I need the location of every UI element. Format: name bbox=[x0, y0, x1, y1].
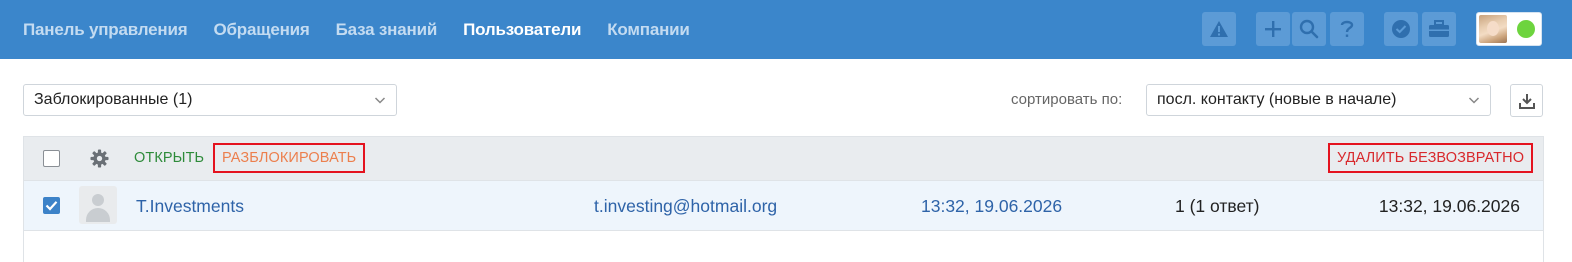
chevron-down-icon bbox=[374, 97, 386, 104]
users-table: ОТКРЫТЬ РАЗБЛОКИРОВАТЬ УДАЛИТЬ БЕЗВОЗВРА… bbox=[23, 136, 1544, 262]
main-nav: Панель управления Обращения База знаний … bbox=[23, 0, 716, 59]
delete-permanently-button[interactable]: УДАЛИТЬ БЕЗВОЗВРАТНО bbox=[1328, 143, 1534, 173]
plus-icon bbox=[1265, 21, 1281, 37]
user-email-link[interactable]: t.investing@hotmail.org bbox=[594, 196, 777, 217]
table-header: ОТКРЫТЬ РАЗБЛОКИРОВАТЬ УДАЛИТЬ БЕЗВОЗВРА… bbox=[24, 137, 1543, 181]
open-button[interactable]: ОТКРЫТЬ bbox=[134, 150, 204, 166]
user-requests-count: 1 (1 ответ) bbox=[1175, 196, 1260, 216]
help-button[interactable] bbox=[1330, 12, 1364, 46]
row-checkbox[interactable] bbox=[43, 197, 60, 214]
help-icon bbox=[1340, 20, 1354, 37]
online-status-indicator bbox=[1517, 20, 1535, 38]
search-button[interactable] bbox=[1292, 12, 1326, 46]
top-navigation-bar: Панель управления Обращения База знаний … bbox=[0, 0, 1572, 59]
nav-item-dashboard[interactable]: Панель управления bbox=[23, 20, 188, 40]
export-button[interactable] bbox=[1510, 84, 1543, 117]
alerts-button[interactable] bbox=[1202, 12, 1236, 46]
portfolio-button[interactable] bbox=[1422, 12, 1456, 46]
nav-item-knowledge-base[interactable]: База знаний bbox=[336, 20, 438, 40]
user-last-contact: 13:32, 19.06.2026 bbox=[1378, 196, 1520, 216]
verification-button[interactable] bbox=[1384, 12, 1418, 46]
table-row[interactable]: T.Investments t.investing@hotmail.org 13… bbox=[24, 181, 1543, 231]
download-icon bbox=[1518, 93, 1535, 109]
user-filter-select[interactable]: Заблокированные (1) bbox=[23, 84, 397, 116]
chevron-down-icon bbox=[1468, 97, 1480, 104]
user-avatar-placeholder bbox=[79, 186, 117, 224]
warning-icon bbox=[1210, 21, 1228, 37]
delete-label: УДАЛИТЬ БЕЗВОЗВРАТНО bbox=[1337, 150, 1525, 166]
sort-value: посл. контакту (новые в начале) bbox=[1157, 91, 1397, 108]
user-created-date: 13:32, 19.06.2026 bbox=[921, 196, 1063, 216]
verified-badge-icon bbox=[1392, 20, 1410, 38]
sort-label: сортировать по: bbox=[1011, 91, 1123, 108]
avatar bbox=[1479, 15, 1507, 43]
profile-menu[interactable] bbox=[1476, 12, 1542, 46]
select-all-checkbox[interactable] bbox=[43, 150, 60, 167]
unblock-button[interactable]: РАЗБЛОКИРОВАТЬ bbox=[213, 143, 366, 173]
nav-item-companies[interactable]: Компании bbox=[607, 20, 690, 40]
user-name-link[interactable]: T.Investments bbox=[136, 196, 244, 217]
search-icon bbox=[1299, 19, 1319, 39]
briefcase-icon bbox=[1429, 20, 1449, 37]
create-button[interactable] bbox=[1256, 12, 1290, 46]
sort-select[interactable]: посл. контакту (новые в начале) bbox=[1146, 84, 1491, 116]
gear-icon[interactable] bbox=[90, 149, 109, 168]
nav-item-users[interactable]: Пользователи bbox=[463, 20, 581, 40]
user-filter-value: Заблокированные (1) bbox=[34, 91, 193, 108]
checkmark-icon bbox=[45, 201, 58, 211]
nav-item-tickets[interactable]: Обращения bbox=[213, 20, 309, 40]
unblock-label: РАЗБЛОКИРОВАТЬ bbox=[222, 150, 357, 166]
